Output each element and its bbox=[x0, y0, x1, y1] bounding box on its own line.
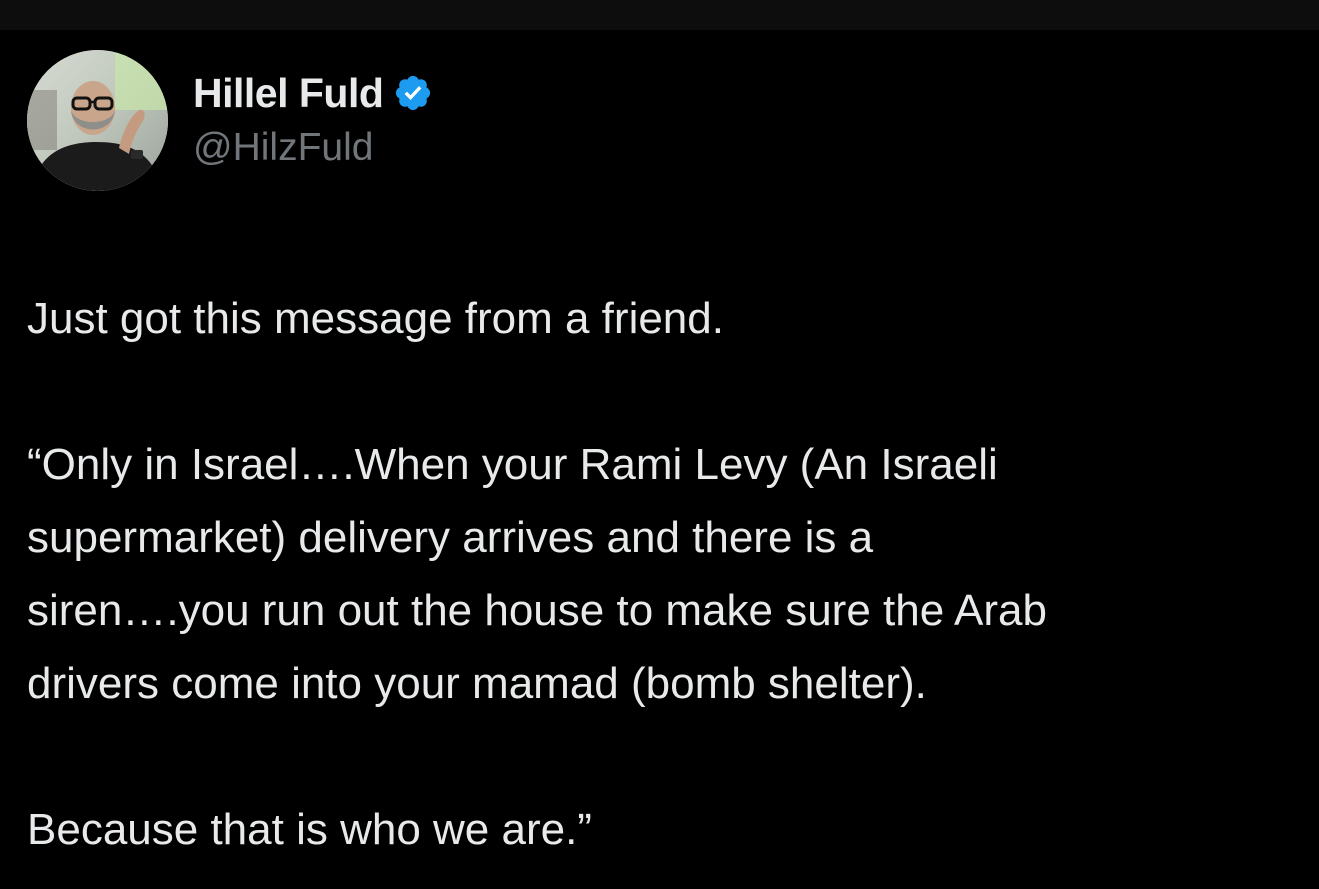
tweet-line: drivers come into your mamad (bomb shelt… bbox=[27, 659, 927, 708]
display-name[interactable]: Hillel Fuld bbox=[193, 70, 384, 117]
verified-badge-icon[interactable] bbox=[393, 73, 433, 113]
display-name-row: Hillel Fuld bbox=[193, 68, 433, 118]
tweet-paragraph: Because that is who we are.” bbox=[27, 805, 592, 854]
user-avatar-icon bbox=[27, 50, 168, 191]
tweet-text: Just got this message from a friend. “On… bbox=[27, 282, 1297, 866]
tweet-line: siren….you run out the house to make sur… bbox=[27, 586, 1047, 635]
tweet-line: “Only in Israel….When your Rami Levy (An… bbox=[27, 440, 998, 489]
tweet-line: supermarket) delivery arrives and there … bbox=[27, 513, 874, 562]
tweet-paragraph: Just got this message from a friend. bbox=[27, 294, 724, 343]
tweet-card: Hillel Fuld @HilzFuld Just got this mess… bbox=[0, 0, 1319, 889]
author-names: Hillel Fuld @HilzFuld bbox=[193, 68, 433, 170]
avatar[interactable] bbox=[27, 50, 168, 191]
tweet-author: Hillel Fuld @HilzFuld bbox=[27, 50, 433, 191]
author-handle[interactable]: @HilzFuld bbox=[193, 126, 433, 170]
